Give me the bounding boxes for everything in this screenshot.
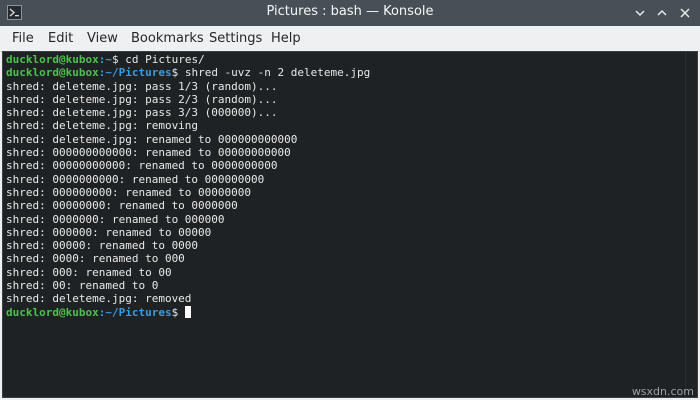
- output-line: shred: 000000: renamed to 00000: [6, 225, 212, 239]
- menu-edit[interactable]: Edit: [48, 31, 73, 46]
- menu-help[interactable]: Help: [271, 31, 301, 46]
- output-line: shred: 00000000000: renamed to 000000000…: [6, 159, 278, 173]
- prompt-user: ducklord@kubox: [6, 305, 99, 319]
- menu-view[interactable]: View: [87, 31, 118, 46]
- konsole-window: Pictures : bash — Konsole File Edit View…: [0, 0, 700, 400]
- output-line: shred: 000: renamed to 00: [6, 265, 172, 279]
- output-line: shred: deleteme.jpg: pass 3/3 (000000)..…: [6, 106, 278, 120]
- prompt-line: ducklord@kubox:~$ cd Pictures/: [6, 53, 370, 66]
- window-title: Pictures : bash — Konsole: [266, 4, 434, 19]
- prompt-user: ducklord@kubox: [6, 53, 99, 66]
- output-line: shred: 0000000: renamed to 000000: [6, 212, 225, 226]
- prompt-user: ducklord@kubox: [6, 66, 99, 80]
- terminal-area[interactable]: ducklord@kubox:~$ cd Pictures/ducklord@k…: [2, 51, 698, 398]
- minimize-button[interactable]: [631, 4, 649, 22]
- close-button[interactable]: [676, 4, 694, 22]
- output-line: shred: 0000000000: renamed to 000000000: [6, 172, 265, 186]
- menu-bookmarks[interactable]: Bookmarks: [131, 31, 204, 46]
- prompt-line: ducklord@kubox:~/Pictures$ shred -uvz -n…: [6, 66, 370, 79]
- output-line: shred: deleteme.jpg: removed: [6, 292, 192, 306]
- chevron-down-icon: [635, 10, 645, 17]
- terminal-scrollbar[interactable]: [685, 52, 697, 397]
- close-icon: [680, 8, 690, 18]
- prompt-line: ducklord@kubox:~/Pictures$: [6, 305, 370, 319]
- prompt-dollar: $: [171, 305, 179, 319]
- watermark: wsxdn.com: [631, 385, 694, 398]
- menu-file[interactable]: File: [12, 31, 34, 46]
- title-bar[interactable]: Pictures : bash — Konsole: [0, 0, 700, 26]
- chevron-up-icon: [657, 9, 667, 16]
- output-line: shred: 00000: renamed to 0000: [6, 239, 199, 253]
- prompt-path: :~/Pictures: [98, 66, 172, 80]
- output-line: shred: 0000: renamed to 000: [6, 252, 185, 266]
- menu-settings[interactable]: Settings: [209, 31, 262, 46]
- text-cursor: [184, 305, 191, 318]
- output-line: shred: 000000000000: renamed to 00000000…: [6, 146, 291, 160]
- output-line: shred: 00: renamed to 0: [6, 279, 159, 293]
- command-text: shred -uvz -n 2 deleteme.jpg: [178, 66, 371, 80]
- command-text: cd Pictures/: [118, 53, 205, 66]
- maximize-button[interactable]: [653, 4, 671, 22]
- prompt-dollar: $: [111, 53, 119, 66]
- output-line: shred: 00000000: renamed to 0000000: [6, 199, 238, 213]
- output-line: shred: deleteme.jpg: pass 1/3 (random)..…: [6, 79, 278, 93]
- menu-bar: File Edit View Bookmarks Settings Help: [0, 26, 700, 52]
- output-line: shred: deleteme.jpg: removing: [6, 119, 199, 133]
- prompt-path: :~: [98, 53, 112, 66]
- output-line: shred: 000000000: renamed to 00000000: [6, 185, 252, 199]
- prompt-path: :~/Pictures: [98, 305, 172, 319]
- output-line: shred: deleteme.jpg: pass 2/3 (random)..…: [6, 92, 278, 106]
- terminal-output: ducklord@kubox:~$ cd Pictures/ducklord@k…: [6, 53, 370, 319]
- output-line: shred: deleteme.jpg: renamed to 00000000…: [6, 132, 298, 146]
